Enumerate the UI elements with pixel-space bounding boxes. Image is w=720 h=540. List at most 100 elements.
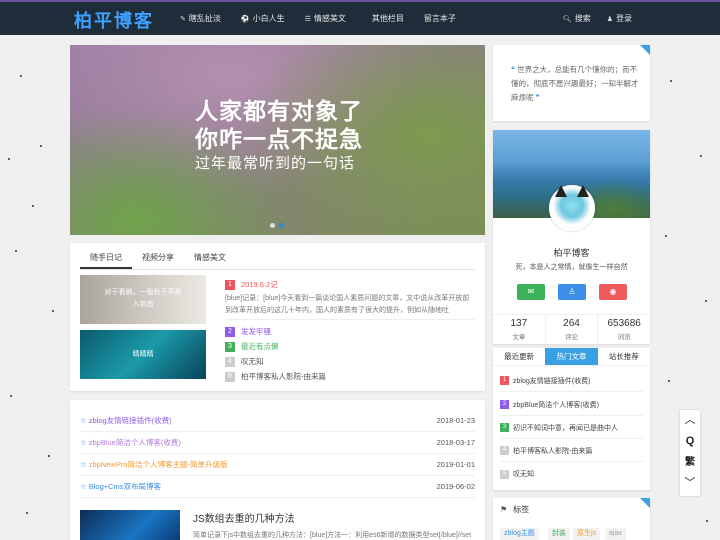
banner-text: 人家都有对象了 你咋一点不捉急 过年最常听到的一句话 xyxy=(195,97,363,175)
stat-articles: 137 文章 xyxy=(493,315,546,344)
rank-badge: 4 xyxy=(500,446,509,455)
qq-button[interactable]: ♙ xyxy=(558,284,586,300)
profile-bio: 死，本是人之常情，就像生一样自然 xyxy=(515,264,628,271)
tab-essay[interactable]: 情感美文 xyxy=(184,251,236,269)
link-title[interactable]: zbpNewPro简洁个人博客主题-简单升级版 xyxy=(89,460,228,469)
qq-icon: ♙ xyxy=(568,287,576,296)
list-item-title[interactable]: 2019.6.2记 xyxy=(241,277,278,292)
rank-badge: 4 xyxy=(225,356,235,367)
weibo-button[interactable]: ◉ xyxy=(599,284,627,300)
post-title[interactable]: JS数组去重的几种方法 xyxy=(193,510,295,525)
tag-chip[interactable]: ajax xyxy=(605,528,626,540)
list-item[interactable]: 5 叹无知 xyxy=(500,463,643,485)
profile-stats: 137 文章 264 评论 653686 浏览 xyxy=(493,314,650,344)
search-button[interactable]: 🔍︎ 搜索 xyxy=(555,2,599,35)
nav-item-4[interactable]: 留言本子 xyxy=(414,2,466,35)
tag-chip[interactable]: 原生js xyxy=(573,528,601,540)
post-thumbnail[interactable] xyxy=(80,510,180,540)
stat-label: 浏览 xyxy=(617,334,631,341)
slider-dot-active[interactable] xyxy=(279,223,284,228)
nav-label: 留言本子 xyxy=(423,14,456,23)
tab-divider xyxy=(80,269,475,270)
list-item[interactable]: 3 初识不知词中意，再闻已是曲中人 xyxy=(500,417,643,439)
nav-item-2[interactable]: ☰ 情感美文 xyxy=(295,2,356,35)
link-row[interactable]: ☆ zbpNewPro简洁个人博客主题-简单升级版 2019-01-01 xyxy=(80,454,475,476)
tab-diary[interactable]: 随手日记 xyxy=(80,251,132,269)
background-dot xyxy=(10,395,12,397)
login-button[interactable]: ♟ 登录 xyxy=(599,2,640,35)
hero-banner[interactable]: 人家都有对象了 你咋一点不捉急 过年最常听到的一句话 xyxy=(70,45,485,235)
tab-recent[interactable]: 最近更新 xyxy=(493,348,545,365)
qq-icon[interactable]: Q xyxy=(680,431,700,452)
list-item-title[interactable]: 叹无知 xyxy=(513,469,534,479)
background-dot xyxy=(32,205,34,207)
link-row[interactable]: ☆ Blog+Cms双布局博客 2019-06-02 xyxy=(80,476,475,498)
list-item-title[interactable]: 柏平博客私人影院-由来篇 xyxy=(513,446,592,456)
corner-ribbon xyxy=(640,498,650,508)
stat-label: 评论 xyxy=(565,334,578,341)
list-item-title[interactable]: 最近有点懒 xyxy=(241,339,279,354)
list-item[interactable]: 2 发发牢骚 xyxy=(225,324,475,339)
link-date: 2019-06-02 xyxy=(436,482,475,491)
list-item[interactable]: 5 柏平博客私人影院-由来篇 xyxy=(225,369,475,384)
traditional-chinese-button[interactable]: 繁 xyxy=(680,452,700,473)
nav-item-1[interactable]: ⚽ 小白人生 xyxy=(231,2,295,35)
search-icon: 🔍︎ xyxy=(562,16,572,23)
nav-item-0[interactable]: ✎ 瞎乱扯淡 xyxy=(170,2,231,35)
list-item[interactable]: 1 2019.6.2记 xyxy=(225,277,475,292)
diary-thumbnail[interactable]: 对于看剧，一般处于不投 入状态 xyxy=(80,275,206,324)
diary-tabs: 随手日记 视频分享 情感美文 xyxy=(80,251,236,269)
diary-thumbnail[interactable]: 晴晴晴 xyxy=(80,330,206,379)
list-item[interactable]: 4 柏平博客私人影院-由来篇 xyxy=(500,440,643,462)
link-title[interactable]: Blog+Cms双布局博客 xyxy=(89,482,161,491)
tab-hot[interactable]: 热门文章 xyxy=(545,348,598,365)
link-title[interactable]: zblog友情链接插件(收费) xyxy=(89,416,172,425)
main-nav: ✎ 瞎乱扯淡 ⚽ 小白人生 ☰ 情感美文 其他栏目 留言本子 xyxy=(170,2,466,35)
link-title[interactable]: zbpBlue简洁个人博客(收费) xyxy=(89,438,181,447)
corner-ribbon xyxy=(640,45,650,55)
nav-label: 瞎乱扯淡 xyxy=(188,14,221,23)
tag-chip[interactable]: 封装 xyxy=(548,528,570,540)
tab-recommended[interactable]: 站长推荐 xyxy=(598,348,650,365)
background-dot xyxy=(8,158,10,160)
slider-dot[interactable] xyxy=(270,223,275,228)
rank-badge: 5 xyxy=(225,371,235,382)
nav-label: 小白人生 xyxy=(252,14,285,23)
list-item[interactable]: 2 zbpBlue简洁个人博客(收费) xyxy=(500,394,643,416)
list-item-title[interactable]: zbpBlue简洁个人博客(收费) xyxy=(513,400,599,410)
user-icon: ♟ xyxy=(606,16,613,23)
list-item[interactable]: 1 zblog友情链接插件(收费) xyxy=(500,370,643,392)
list-item-title[interactable]: 发发牢骚 xyxy=(241,324,271,339)
login-label: 登录 xyxy=(616,14,632,23)
list-item-title[interactable]: zblog友情链接插件(收费) xyxy=(513,376,590,386)
background-dot xyxy=(670,80,672,82)
weibo-icon: ◉ xyxy=(609,287,617,296)
link-row[interactable]: ☆ zbpBlue简洁个人博客(收费) 2018-03-17 xyxy=(80,432,475,454)
quote-card: ❝ 世界之大，总能有几个懂你的；而不懂的，彻底不愿兴趣最好；一知半解才麻烦呢 ❞ xyxy=(493,45,650,121)
scroll-down-icon[interactable]: ﹀ xyxy=(680,473,700,494)
list-item[interactable]: 3 最近有点懒 xyxy=(225,339,475,354)
stat-views: 653686 浏览 xyxy=(598,315,650,344)
list-item[interactable]: 4 叹无知 xyxy=(225,354,475,369)
list-item-title[interactable]: 柏平博客私人影院-由来篇 xyxy=(241,369,326,384)
soccer-icon: ⚽ xyxy=(240,16,250,23)
list-item-title[interactable]: 初识不知词中意，再闻已是曲中人 xyxy=(513,423,618,433)
link-date: 2018-03-17 xyxy=(436,438,475,447)
rank-badge: 3 xyxy=(500,423,509,432)
nav-item-3[interactable]: 其他栏目 xyxy=(356,2,414,35)
stat-value: 137 xyxy=(510,318,528,329)
tag-chip[interactable]: zblog主题 xyxy=(500,528,539,540)
nav-label: 其他栏目 xyxy=(371,14,404,23)
background-dot xyxy=(700,155,702,157)
site-logo[interactable]: 柏平博客 xyxy=(74,7,154,33)
avatar[interactable] xyxy=(549,185,595,231)
tab-video[interactable]: 视频分享 xyxy=(132,251,184,269)
banner-line-1: 人家都有对象了 xyxy=(195,98,363,124)
wechat-button[interactable]: ✉ xyxy=(517,284,545,300)
star-icon: ☆ xyxy=(80,416,87,425)
list-item-title[interactable]: 叹无知 xyxy=(241,354,264,369)
avatar-ear xyxy=(577,185,589,197)
scroll-up-icon[interactable]: ︿ xyxy=(680,410,700,431)
link-row[interactable]: ☆ zblog友情链接插件(收费) 2018-01-23 xyxy=(80,410,475,432)
rank-badge: 3 xyxy=(225,341,235,352)
